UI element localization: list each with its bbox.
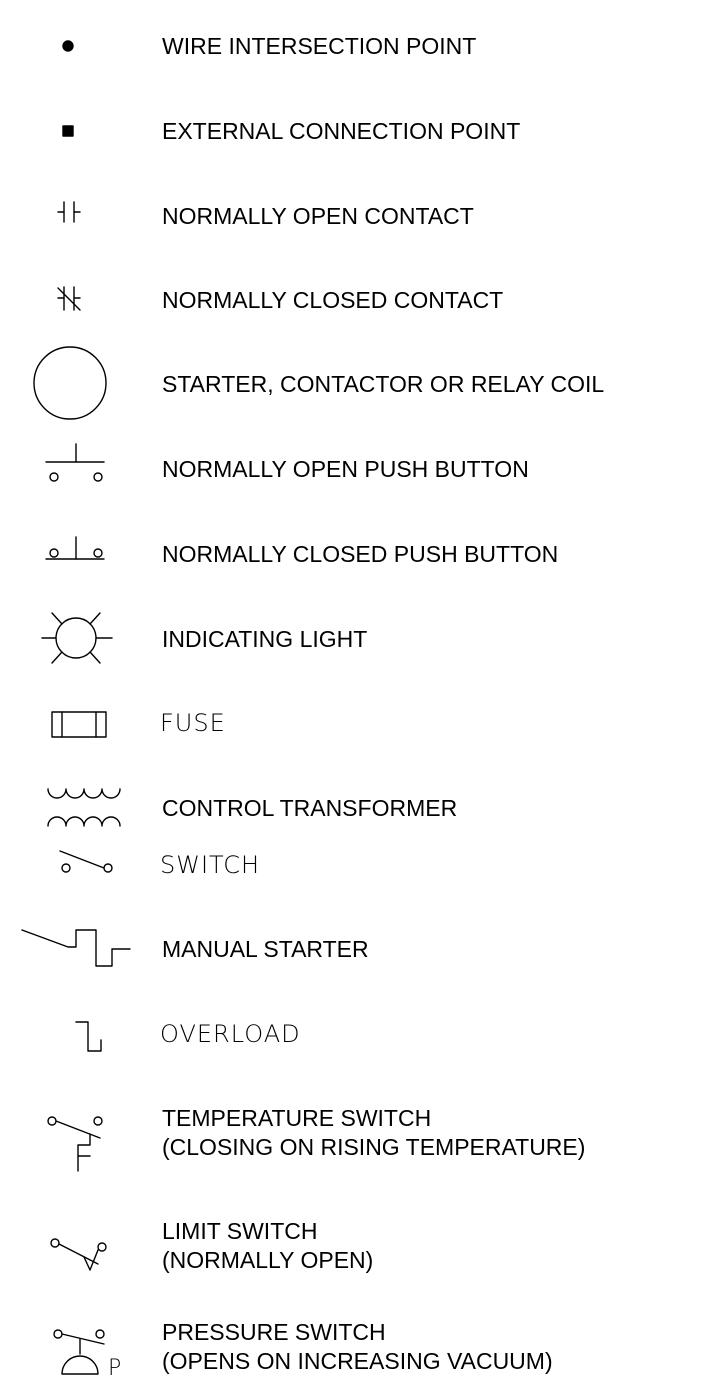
manual-starter-icon xyxy=(21,929,131,967)
normally-closed-contact-icon xyxy=(57,286,81,311)
pressure-switch-symbol-letter: P xyxy=(108,1356,122,1381)
label-switch: SWITCH xyxy=(160,851,261,879)
limit-switch-icon xyxy=(50,1238,107,1271)
label-overload: OVERLOAD xyxy=(160,1020,301,1048)
external-connection-point-icon xyxy=(62,125,74,137)
label-temperature-switch: TEMPERATURE SWITCH xyxy=(162,1105,432,1131)
label-normally-open-contact: NORMALLY OPEN CONTACT xyxy=(162,203,474,229)
label-relay-coil: STARTER, CONTACTOR OR RELAY COIL xyxy=(162,371,605,397)
electrical-symbols-legend: P WIRE INTERSECTION POINT EXTERNAL CONNE… xyxy=(0,0,719,1396)
overload-icon xyxy=(75,1021,102,1052)
relay-coil-icon xyxy=(33,346,107,420)
label-normally-closed-push-button: NORMALLY CLOSED PUSH BUTTON xyxy=(162,541,559,567)
wire-intersection-point-icon xyxy=(62,40,74,52)
label-indicating-light: INDICATING LIGHT xyxy=(162,626,368,652)
label-fuse: FUSE xyxy=(160,709,226,737)
label-normally-open-push-button: NORMALLY OPEN PUSH BUTTON xyxy=(162,456,529,482)
switch-icon xyxy=(59,850,113,873)
sublabel-pressure-switch: (OPENS ON INCREASING VACUUM) xyxy=(162,1348,553,1374)
fuse-icon xyxy=(51,711,107,738)
temperature-switch-icon xyxy=(47,1116,103,1172)
sublabel-limit-switch: (NORMALLY OPEN) xyxy=(162,1247,374,1273)
label-control-transformer: CONTROL TRANSFORMER xyxy=(162,795,458,821)
label-limit-switch: LIMIT SWITCH xyxy=(162,1218,318,1244)
control-transformer-icon xyxy=(47,788,121,827)
label-external-connection-point: EXTERNAL CONNECTION POINT xyxy=(162,118,521,144)
label-wire-intersection-point: WIRE INTERSECTION POINT xyxy=(162,33,477,59)
normally-open-push-button-icon xyxy=(45,443,105,482)
label-manual-starter: MANUAL STARTER xyxy=(162,936,369,962)
indicating-light-icon xyxy=(41,612,113,664)
pressure-switch-icon xyxy=(53,1329,105,1375)
normally-closed-push-button-icon xyxy=(45,536,105,560)
label-pressure-switch: PRESSURE SWITCH xyxy=(162,1319,386,1345)
sublabel-temperature-switch: (CLOSING ON RISING TEMPERATURE) xyxy=(162,1134,586,1160)
label-normally-closed-contact: NORMALLY CLOSED CONTACT xyxy=(162,287,504,313)
normally-open-contact-icon xyxy=(57,201,81,223)
